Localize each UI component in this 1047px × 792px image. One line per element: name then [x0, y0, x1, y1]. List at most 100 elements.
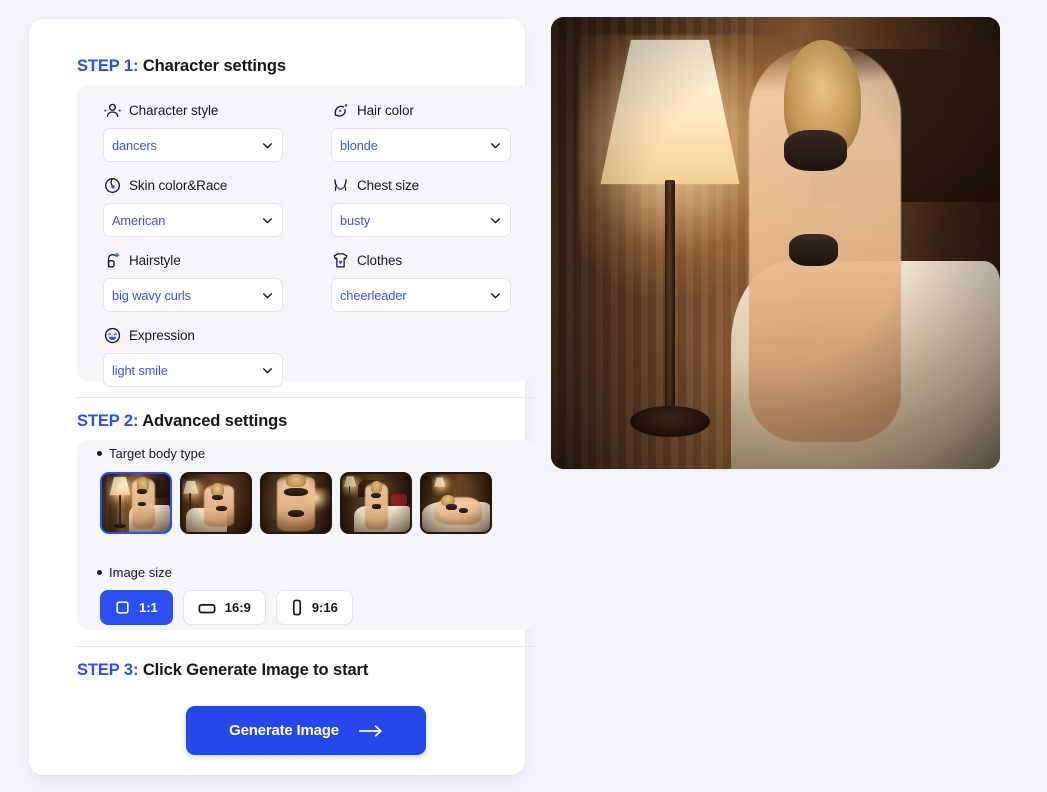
hairstyle-icon — [107, 252, 120, 268]
body-type-label: Target body type — [109, 446, 206, 461]
thumbnail-image — [342, 474, 410, 532]
character-style-label-row: Character style — [103, 98, 283, 122]
divider-step1-step2 — [77, 397, 535, 398]
body-type-thumbnail-3[interactable] — [260, 472, 332, 534]
chest-size-label: Chest size — [357, 177, 420, 193]
clothes-label-row: Clothes — [331, 248, 511, 272]
body-type-thumbnail-5[interactable] — [420, 472, 492, 534]
character-style-icon — [104, 103, 121, 117]
chevron-down-icon — [491, 217, 500, 223]
step1-title: Character settings — [138, 57, 286, 75]
chevron-down-icon — [263, 142, 272, 148]
chest-size-icon — [334, 178, 347, 191]
field-row-4: Expression light smile — [103, 323, 513, 398]
size-option-16-9-label: 16:9 — [224, 600, 251, 615]
field-chest-size: Chest size busty — [331, 173, 511, 237]
thumbnail-image — [262, 474, 330, 532]
skin-color-select[interactable]: American — [103, 203, 283, 237]
generate-image-label: Generate Image — [229, 722, 339, 739]
chevron-down-icon — [491, 292, 500, 298]
hairstyle-value: big wavy curls — [112, 287, 191, 303]
step2-title: Advanced settings — [138, 412, 288, 430]
character-style-label: Character style — [129, 102, 219, 118]
field-row-2: Skin color&Race American Chest size bust… — [103, 173, 513, 248]
settings-card: STEP 1: Character settings Character sty… — [29, 19, 535, 775]
size-option-9-16[interactable]: 9:16 — [275, 590, 353, 625]
field-grid: Character style dancers Hair color blond… — [103, 98, 513, 398]
expression-select[interactable]: light smile — [103, 353, 283, 387]
hair-color-value: blonde — [340, 137, 378, 153]
thumbnail-image — [182, 474, 250, 532]
smiley-icon — [104, 327, 121, 343]
thumbnail-image — [102, 474, 170, 532]
expression-label: Expression — [129, 327, 195, 343]
step2-heading: STEP 2: Advanced settings — [77, 412, 287, 431]
character-style-value: dancers — [112, 137, 157, 153]
arrow-right-icon — [358, 724, 382, 737]
chest-size-value: busty — [340, 212, 371, 228]
chevron-down-icon — [263, 217, 272, 223]
field-character-style: Character style dancers — [103, 98, 283, 162]
size-option-9-16-label: 9:16 — [311, 600, 338, 615]
square-icon — [116, 601, 129, 614]
advanced-settings-panel: Target body type Image size 1:1 16:9 9:1… — [77, 440, 535, 630]
hairstyle-label-row: Hairstyle — [103, 248, 283, 272]
step1-number: STEP 1: — [77, 57, 139, 75]
character-style-select[interactable]: dancers — [103, 128, 283, 162]
chevron-down-icon — [263, 367, 272, 373]
hair-color-label: Hair color — [357, 102, 414, 118]
hairstyle-label: Hairstyle — [129, 252, 181, 268]
field-row-3: Hairstyle big wavy curls Clothes cheerle… — [103, 248, 513, 323]
field-clothes: Clothes cheerleader — [331, 248, 511, 312]
size-option-1-1-label: 1:1 — [139, 600, 158, 615]
body-type-thumbnail-1[interactable] — [100, 472, 172, 534]
field-row-1: Character style dancers Hair color blond… — [103, 98, 513, 173]
image-size-options: 1:1 16:9 9:16 — [100, 590, 353, 625]
step3-heading: STEP 3: Click Generate Image to start — [77, 661, 368, 680]
divider-step2-step3 — [77, 646, 535, 647]
field-hair-color: Hair color blonde — [331, 98, 511, 162]
chevron-down-icon — [491, 142, 500, 148]
preview-image — [551, 17, 1000, 469]
chest-size-label-row: Chest size — [331, 173, 511, 197]
hairstyle-select[interactable]: big wavy curls — [103, 278, 283, 312]
bullet-icon — [97, 451, 102, 456]
chest-size-select[interactable]: busty — [331, 203, 511, 237]
bullet-icon — [97, 570, 102, 575]
clothes-value: cheerleader — [340, 287, 407, 303]
thumbnail-image — [422, 474, 490, 532]
field-hairstyle: Hairstyle big wavy curls — [103, 248, 283, 312]
portrait-icon — [292, 599, 301, 616]
clothes-select[interactable]: cheerleader — [331, 278, 511, 312]
hair-color-icon — [334, 103, 348, 117]
skin-color-value: American — [112, 212, 166, 228]
expression-label-row: Expression — [103, 323, 283, 347]
field-expression: Expression light smile — [103, 323, 283, 387]
generate-image-button[interactable]: Generate Image — [186, 706, 426, 755]
field-skin-color-race: Skin color&Race American — [103, 173, 283, 237]
skin-color-label-row: Skin color&Race — [103, 173, 283, 197]
body-type-label-row: Target body type — [97, 446, 205, 461]
body-type-thumbnail-4[interactable] — [340, 472, 412, 534]
body-type-thumbnail-list — [100, 472, 492, 534]
size-option-1-1[interactable]: 1:1 — [100, 590, 173, 625]
step3-title: Click Generate Image to start — [138, 661, 369, 679]
step3-number: STEP 3: — [77, 661, 139, 679]
image-size-label-row: Image size — [97, 565, 172, 580]
character-settings-panel: Character style dancers Hair color blond… — [77, 85, 535, 387]
body-type-thumbnail-2[interactable] — [180, 472, 252, 534]
hair-color-select[interactable]: blonde — [331, 128, 511, 162]
preview-scene — [551, 17, 1000, 469]
landscape-icon — [198, 603, 216, 613]
image-size-label: Image size — [109, 565, 172, 580]
hair-color-label-row: Hair color — [331, 98, 511, 122]
step2-number: STEP 2: — [77, 412, 139, 430]
globe-icon — [105, 177, 120, 193]
chevron-down-icon — [263, 292, 272, 298]
tshirt-icon — [333, 252, 348, 267]
generator-page: STEP 1: Character settings Character sty… — [0, 0, 1047, 792]
step1-heading: STEP 1: Character settings — [77, 57, 286, 76]
expression-value: light smile — [112, 362, 168, 378]
size-option-16-9[interactable]: 16:9 — [182, 590, 266, 625]
clothes-label: Clothes — [357, 252, 403, 268]
